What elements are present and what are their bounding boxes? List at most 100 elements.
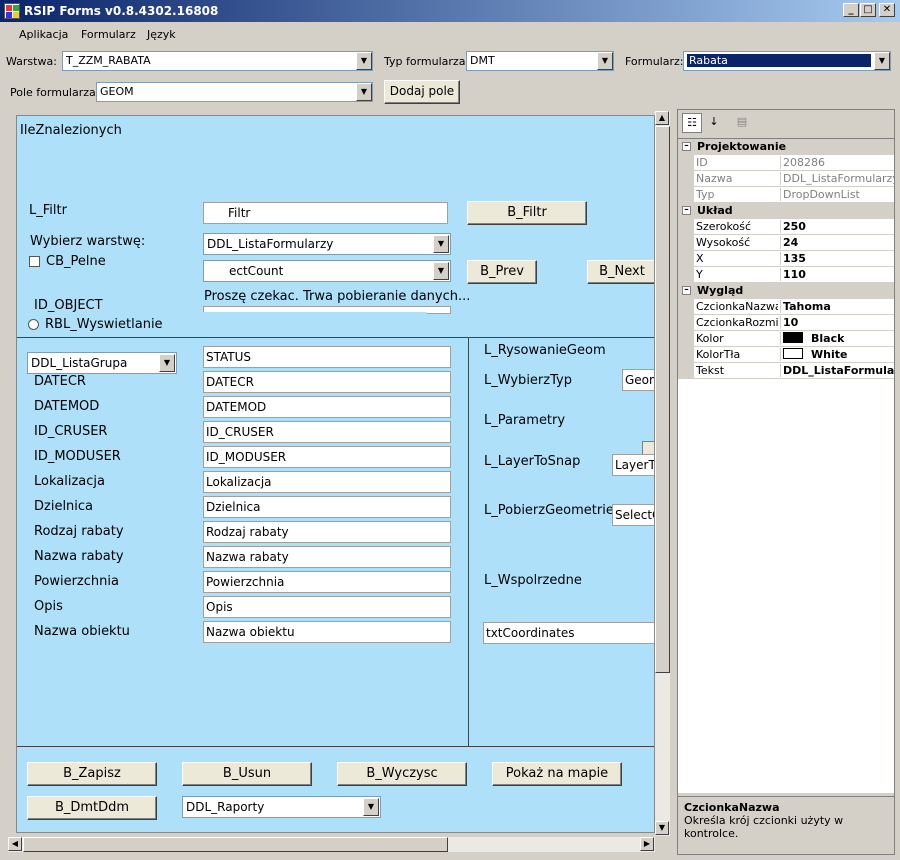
field-input[interactable]: Powierzchnia [203,571,451,593]
chevron-down-icon[interactable]: ▼ [159,354,175,372]
field-input[interactable]: Rodzaj rabaty [203,521,451,543]
field-input[interactable]: Nazwa obiektu [203,621,451,643]
dodaj-pole-button[interactable]: Dodaj pole [384,80,460,104]
scroll-down-icon[interactable]: ▼ [655,821,669,835]
field-label: Powierzchnia [34,574,119,589]
property-value[interactable]: DDL_ListaFormularzy [780,172,894,185]
chevron-down-icon[interactable]: ▼ [363,798,379,816]
cb-pelne-checkbox[interactable] [29,256,40,267]
property-row[interactable]: Nazwa DDL_ListaFormularzy [678,171,894,187]
menu-formularz[interactable]: Formularz [81,28,136,41]
property-row[interactable]: X 135 [678,251,894,267]
collapse-icon[interactable]: – [682,206,691,215]
geom-combo[interactable]: Geom [622,369,654,391]
chevron-down-icon[interactable]: ▼ [597,52,613,70]
chevron-down-icon[interactable]: ▼ [874,52,890,70]
category-uklad[interactable]: – Układ [678,203,894,219]
ile-znalezionych-label: IleZnalezionych [20,123,122,138]
property-name: CzcionkaRozmia [696,316,778,329]
property-row[interactable]: Typ DropDownList [678,187,894,203]
filtr-input[interactable]: Filtr [203,202,448,224]
property-row[interactable]: Tekst DDL_ListaFormularzy [678,363,894,379]
property-row[interactable]: Wysokość 24 [678,235,894,251]
rbl-wyswietlanie-radio[interactable] [28,319,39,330]
property-value[interactable]: DDL_ListaFormularzy [780,364,894,377]
chevron-down-icon[interactable]: ▼ [356,52,372,70]
scroll-thumb-horizontal[interactable] [23,837,448,852]
chevron-down-icon[interactable]: ▼ [433,262,449,280]
typ-combo[interactable]: DMT ▼ [466,51,614,71]
scroll-left-icon[interactable]: ◀ [8,837,22,851]
b-filtr-button[interactable]: B_Filtr [467,201,587,225]
select-count-combo[interactable]: ectCount ▼ [203,260,451,282]
property-row[interactable]: CzcionkaRozmia 10 [678,315,894,331]
txt-coordinates-input[interactable]: txtCoordinates [483,622,654,644]
property-row[interactable]: Szerokość 250 [678,219,894,235]
property-row[interactable]: Kolor Black [678,331,894,347]
category-projektowanie[interactable]: – Projektowanie [678,139,894,155]
title-bar[interactable]: RSIP Forms v0.8.4302.16808 _ □ ✕ [0,0,900,22]
select-geometry-combo[interactable]: SelectG [612,504,654,526]
property-value[interactable]: Black [780,332,894,345]
field-input[interactable]: Opis [203,596,451,618]
ddl-lista-formularzy-combo[interactable]: DDL_ListaFormularzy ▼ [203,233,451,255]
property-row[interactable]: ID 208286 [678,155,894,171]
pole-combo[interactable]: GEOM ▼ [96,82,373,102]
minimize-icon[interactable]: _ [843,3,859,17]
pokaz-na-mapie-button[interactable]: Pokaż na mapie [492,762,622,786]
b-wyczysc-button[interactable]: B_Wyczysc [337,762,467,786]
field-input[interactable]: STATUS [203,346,451,368]
categorized-icon[interactable]: ☷ [682,113,702,133]
canvas-vertical-scrollbar[interactable]: ▲ ▼ [655,111,670,836]
property-row[interactable]: Y 110 [678,267,894,283]
form-design-canvas[interactable]: IleZnalezionych L_Filtr Filtr B_Filtr Wy… [16,115,655,833]
field-input[interactable]: ID_CRUSER [203,421,451,443]
field-input[interactable]: Lokalizacja [203,471,451,493]
field-input[interactable]: DATECR [203,371,451,393]
scroll-up-icon[interactable]: ▲ [655,111,669,125]
property-value[interactable]: 10 [780,316,894,329]
field-input[interactable]: DATEMOD [203,396,451,418]
property-value[interactable]: DropDownList [780,188,894,201]
b-zapisz-button[interactable]: B_Zapisz [27,762,157,786]
collapse-icon[interactable]: – [682,142,691,151]
close-icon[interactable]: ✕ [879,3,895,17]
property-pages-icon[interactable]: ▤ [732,113,752,133]
ddl-raporty-combo[interactable]: DDL_Raporty ▼ [182,796,381,818]
menu-aplikacja[interactable]: Aplikacja [19,28,68,41]
property-value[interactable]: Tahoma [780,300,894,313]
b-prev-button[interactable]: B_Prev [467,260,537,284]
sort-alpha-icon[interactable]: ↓ [704,113,724,133]
menu-jezyk[interactable]: Język [147,28,176,41]
l-pobierz-label: L_PobierzGeometrie [484,503,614,518]
property-table[interactable]: – Projektowanie ID 208286 Nazwa DDL_ListaForm… [678,138,894,793]
layer-combo[interactable]: LayerT [612,454,654,476]
b-dmtddm-button[interactable]: B_DmtDdm [27,796,157,820]
field-input[interactable]: Nazwa rabaty [203,546,451,568]
maximize-icon[interactable]: □ [860,3,876,17]
canvas-horizontal-scrollbar[interactable]: ◀ ▶ [8,837,655,852]
property-value[interactable]: 135 [780,252,894,265]
property-value[interactable]: 24 [780,236,894,249]
rbl-area [167,312,427,334]
field-input[interactable]: Dzielnica [203,496,451,518]
scroll-thumb[interactable] [655,126,670,673]
chevron-down-icon[interactable]: ▼ [356,83,372,101]
b-usun-button[interactable]: B_Usun [182,762,312,786]
property-value[interactable]: White [780,348,894,361]
formularz-combo[interactable]: Rabata ▼ [683,51,891,71]
field-input[interactable]: ID_MODUSER [203,446,451,468]
property-row[interactable]: KolorTła White [678,347,894,363]
category-wyglad[interactable]: – Wygląd [678,283,894,299]
warstwa-combo[interactable]: T_ZZM_RABATA ▼ [62,51,373,71]
cb-pelne-label: CB_Pelne [46,254,106,269]
property-value[interactable]: 110 [780,268,894,281]
scroll-right-icon[interactable]: ▶ [640,837,654,851]
property-value[interactable]: 208286 [780,156,894,169]
property-value[interactable]: 250 [780,220,894,233]
b-next-button[interactable]: B_Next [587,260,654,284]
chevron-down-icon[interactable]: ▼ [433,235,449,253]
ddl-lista-grupa-combo[interactable]: DDL_ListaGrupa ▼ [27,352,177,374]
property-row[interactable]: CzcionkaNazwa Tahoma [678,299,894,315]
collapse-icon[interactable]: – [682,286,691,295]
